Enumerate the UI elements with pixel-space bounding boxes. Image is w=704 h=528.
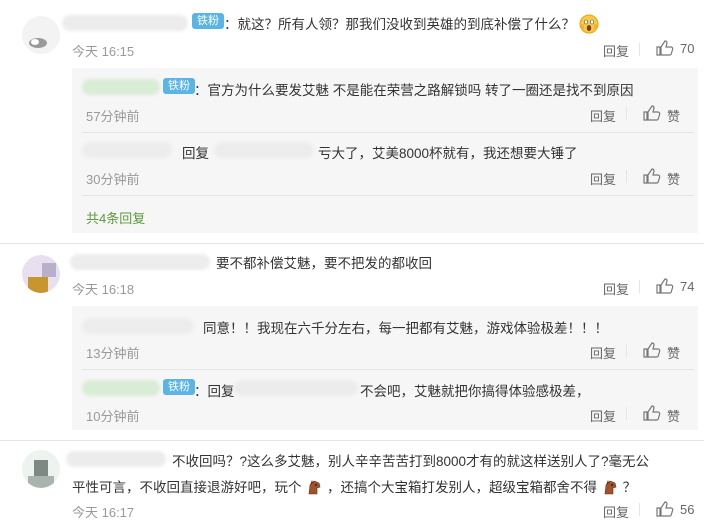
avatar[interactable] (22, 255, 60, 293)
comment-text: 不收回吗？?这么多艾魅，别人辛辛苦苦打到8000才有的就这样送别人了?毫无公 (172, 454, 650, 469)
thumbs-up-icon[interactable] (656, 501, 674, 517)
horse-emoji-icon (305, 478, 323, 499)
like-count: 74 (680, 279, 695, 294)
reply-text: ：官方为什么要发艾魅 不是能在荣营之路解锁吗 转了一圈还是找不到原因 (194, 83, 634, 98)
reply-username[interactable] (82, 79, 160, 95)
reply-button[interactable]: 回复 (590, 343, 616, 362)
divider (639, 503, 640, 516)
timestamp: 13分钟前 (86, 346, 140, 361)
reply-button[interactable]: 回复 (590, 106, 616, 125)
mentioned-username[interactable] (214, 142, 314, 158)
comment-text-continued: 平性可言，不收回直接退游好吧，玩个 ，还搞个大宝箱打发别人，超级宝箱都舍不得 ？ (72, 476, 636, 499)
like-count: 56 (680, 502, 695, 517)
avatar-image (22, 255, 60, 293)
timestamp: 30分钟前 (86, 172, 140, 187)
thumbs-up-icon[interactable] (643, 105, 661, 121)
like-count: 70 (680, 41, 695, 56)
comment-divider (0, 440, 704, 441)
reply-button[interactable]: 回复 (590, 406, 616, 425)
thumbs-up-icon[interactable] (643, 405, 661, 421)
timestamp: 今天 16:17 (72, 505, 135, 520)
like-label[interactable]: 赞 (667, 169, 680, 188)
timestamp: 57分钟前 (86, 109, 140, 124)
timestamp: 10分钟前 (86, 409, 140, 424)
divider (626, 407, 627, 420)
reply-button[interactable]: 回复 (603, 502, 629, 521)
reply-prefix: 回复 (182, 146, 209, 161)
like-label[interactable]: 赞 (667, 406, 680, 425)
divider (626, 170, 627, 183)
fan-badge: 铁粉 (163, 78, 195, 94)
reply-username[interactable] (82, 380, 160, 396)
divider (639, 43, 640, 56)
reply-prefix: ：回复 (194, 384, 235, 399)
fan-badge: 铁粉 (192, 13, 224, 29)
comment-divider (0, 243, 704, 244)
timestamp: 今天 16:15 (72, 44, 135, 59)
comment-text: ：就这？所有人领？那我们没收到英雄的到底补偿了什么？ (224, 13, 599, 37)
divider (639, 280, 640, 293)
thumbs-up-icon[interactable] (643, 168, 661, 184)
divider (82, 369, 694, 370)
divider (82, 132, 694, 133)
like-label[interactable]: 赞 (667, 106, 680, 125)
avatar-image (22, 450, 60, 488)
comment-body: ，还搞个大宝箱打发别人，超级宝箱都舍不得 (327, 480, 598, 495)
divider (82, 195, 694, 196)
like-label[interactable]: 赞 (667, 343, 680, 362)
avatar[interactable] (22, 16, 60, 54)
comment-body: ？ (622, 480, 637, 495)
thumbs-up-icon[interactable] (643, 342, 661, 358)
reply-username[interactable] (82, 142, 172, 158)
more-replies-link[interactable]: 共4条回复 (86, 208, 145, 227)
avatar[interactable] (22, 450, 60, 488)
reply-text: 同意！！我现在六千分左右，每一把都有艾魅，游戏体验极差！！！ (203, 321, 608, 336)
thumbs-up-icon[interactable] (656, 278, 674, 294)
reply-button[interactable]: 回复 (603, 279, 629, 298)
reply-text: 不会吧，艾魅就把你搞得体验感极差， (360, 384, 590, 399)
reply-button[interactable]: 回复 (603, 41, 629, 60)
scream-emoji-icon (579, 14, 599, 37)
reply-username[interactable] (82, 318, 194, 334)
username[interactable] (70, 254, 210, 270)
horse-emoji-icon (601, 478, 619, 499)
comment-body: 平性可言，不收回直接退游好吧，玩个 (72, 480, 302, 495)
username[interactable] (62, 15, 188, 31)
username[interactable] (66, 451, 166, 467)
mentioned-username[interactable] (234, 380, 358, 396)
divider (626, 344, 627, 357)
avatar-image (22, 16, 60, 54)
comment-text: 要不都补偿艾魅，要不把发的都收回 (216, 256, 432, 271)
reply-button[interactable]: 回复 (590, 169, 616, 188)
thumbs-up-icon[interactable] (656, 40, 674, 56)
fan-badge: 铁粉 (163, 379, 195, 395)
reply-text: 亏大了，艾美8000杯就有，我还想要大锤了 (318, 146, 578, 161)
comment-body: ：就这？所有人领？那我们没收到英雄的到底补偿了什么？ (224, 17, 575, 32)
divider (626, 107, 627, 120)
timestamp: 今天 16:18 (72, 282, 135, 297)
